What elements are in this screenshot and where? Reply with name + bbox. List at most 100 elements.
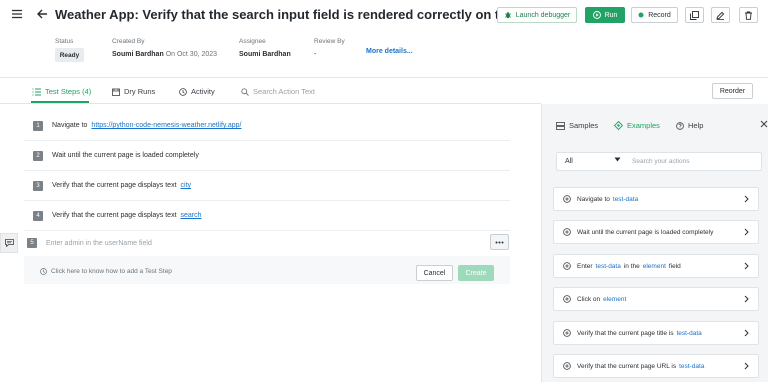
add-step-help-link[interactable]: Click here to know how to add a Test Ste… [40, 268, 172, 275]
samples-icon [556, 121, 565, 130]
add-circle-icon [563, 329, 571, 337]
create-button[interactable]: Create [458, 265, 494, 281]
example-test-data: test-data [676, 329, 702, 337]
tab-samples[interactable]: Samples [556, 121, 598, 130]
caret-down-icon[interactable] [614, 157, 621, 162]
step-number: 3 [33, 180, 43, 191]
clock-icon [179, 87, 187, 96]
tab-dry-runs[interactable]: Dry Runs [112, 87, 155, 96]
list-icon [32, 88, 41, 96]
record-label: Record [648, 11, 671, 19]
add-step-help-text: Click here to know how to add a Test Ste… [51, 268, 172, 275]
example-card[interactable]: Click on element [553, 287, 759, 311]
example-card[interactable]: Verify that the current page URL is test… [553, 354, 759, 378]
search-actions-input[interactable]: Search your actions [632, 158, 689, 165]
example-text: Enter [577, 262, 593, 270]
step-text: Wait until the current page is loaded co… [52, 152, 199, 159]
example-test-data: test-data [595, 262, 621, 270]
copy-button[interactable] [685, 7, 704, 23]
assignee-value: Soumi Bardhan [239, 51, 291, 58]
launch-debugger-label: Launch debugger [515, 11, 571, 19]
step-url-link[interactable]: https://python-code-nemesis-weather.netl… [91, 122, 241, 129]
example-text: Click on [577, 295, 601, 303]
example-card[interactable]: Navigate to test-data [553, 187, 759, 211]
chevron-right-icon [744, 262, 749, 270]
chevron-right-icon [744, 195, 749, 203]
tab-examples[interactable]: Examples [614, 121, 660, 130]
chevron-right-icon [744, 362, 749, 370]
add-circle-icon [563, 295, 571, 303]
examples-icon [614, 121, 623, 130]
menu-icon[interactable] [11, 8, 23, 20]
status-badge: Ready [55, 48, 84, 62]
record-button[interactable]: Record [631, 7, 678, 23]
search-action-input[interactable]: Search Action Text [241, 87, 315, 96]
search-icon [241, 87, 249, 96]
created-by-label: Created By [112, 38, 145, 45]
comment-toggle[interactable] [0, 233, 18, 253]
tab-activity-label: Activity [191, 87, 215, 96]
step-text: Verify that the current page displays te… [52, 182, 177, 189]
calendar-icon [112, 88, 120, 96]
bug-icon [504, 11, 512, 19]
example-card[interactable]: Enter test-data in the element field [553, 254, 759, 278]
ellipsis-icon [495, 241, 504, 244]
example-element: element [603, 295, 627, 303]
more-details-link[interactable]: More details... [366, 48, 413, 55]
step-number: 2 [33, 150, 43, 161]
close-panel-icon[interactable] [760, 120, 768, 128]
test-step-row[interactable]: 3 Verify that the current page displays … [24, 171, 510, 201]
test-step-row[interactable]: 4 Verify that the current page displays … [24, 201, 510, 231]
example-text: Wait until the current page is loaded co… [577, 228, 714, 236]
step-text: Verify that the current page displays te… [52, 212, 177, 219]
new-step-row[interactable]: 5 Enter admin in the userName field [24, 232, 510, 254]
run-label: Run [604, 11, 618, 19]
example-text-mid: in the [623, 262, 640, 270]
cancel-button[interactable]: Cancel [416, 265, 453, 281]
chevron-right-icon [744, 329, 749, 337]
trash-icon [744, 11, 753, 20]
tab-activity[interactable]: Activity [179, 87, 215, 96]
chevron-right-icon [744, 228, 749, 236]
tab-examples-label: Examples [627, 121, 660, 130]
more-options-button[interactable] [490, 234, 509, 250]
back-arrow-icon[interactable] [36, 8, 48, 20]
test-step-row[interactable]: 1 Navigate to https://python-code-nemesi… [24, 111, 510, 141]
tabs-divider [0, 103, 541, 104]
new-step-input[interactable]: Enter admin in the userName field [46, 240, 152, 247]
pencil-icon [716, 11, 725, 20]
status-label: Status [55, 38, 74, 45]
add-circle-icon [563, 262, 571, 270]
tab-help[interactable]: Help [676, 121, 703, 130]
tab-help-label: Help [688, 121, 704, 130]
tab-test-steps-label: Test Steps (4) [45, 87, 92, 96]
record-dot-icon [638, 12, 644, 18]
example-card[interactable]: Wait until the current page is loaded co… [553, 220, 759, 244]
tab-test-steps[interactable]: Test Steps (4) [32, 87, 91, 96]
add-circle-icon [563, 362, 571, 370]
action-filter-select[interactable]: All [565, 158, 573, 165]
review-by-value: - [314, 51, 317, 58]
step-test-data[interactable]: city [181, 182, 192, 189]
step-test-data[interactable]: search [181, 212, 202, 219]
created-by-name: Soumi Bardhan [112, 51, 164, 58]
tab-samples-label: Samples [569, 121, 599, 130]
example-text-after: field [668, 262, 681, 270]
play-icon [592, 11, 601, 19]
test-step-row[interactable]: 2 Wait until the current page is loaded … [24, 141, 510, 171]
edit-button[interactable] [711, 7, 730, 23]
assignee-name: Soumi Bardhan [239, 51, 291, 58]
run-button[interactable]: Run [585, 7, 625, 23]
page-title: Weather App: Verify that the search inpu… [55, 7, 549, 22]
review-by-label: Review By [314, 38, 345, 45]
comment-icon [4, 239, 14, 247]
example-test-data: test-data [679, 362, 705, 370]
created-by-value: Soumi Bardhan On Oct 30, 2023 [112, 51, 217, 58]
example-test-data: test-data [612, 195, 639, 203]
example-card[interactable]: Verify that the current page title is te… [553, 321, 759, 345]
step-number: 1 [33, 120, 43, 131]
add-circle-icon [563, 228, 571, 236]
delete-button[interactable] [739, 7, 758, 23]
reorder-button[interactable]: Reorder [712, 83, 753, 99]
launch-debugger-button[interactable]: Launch debugger [497, 7, 577, 23]
